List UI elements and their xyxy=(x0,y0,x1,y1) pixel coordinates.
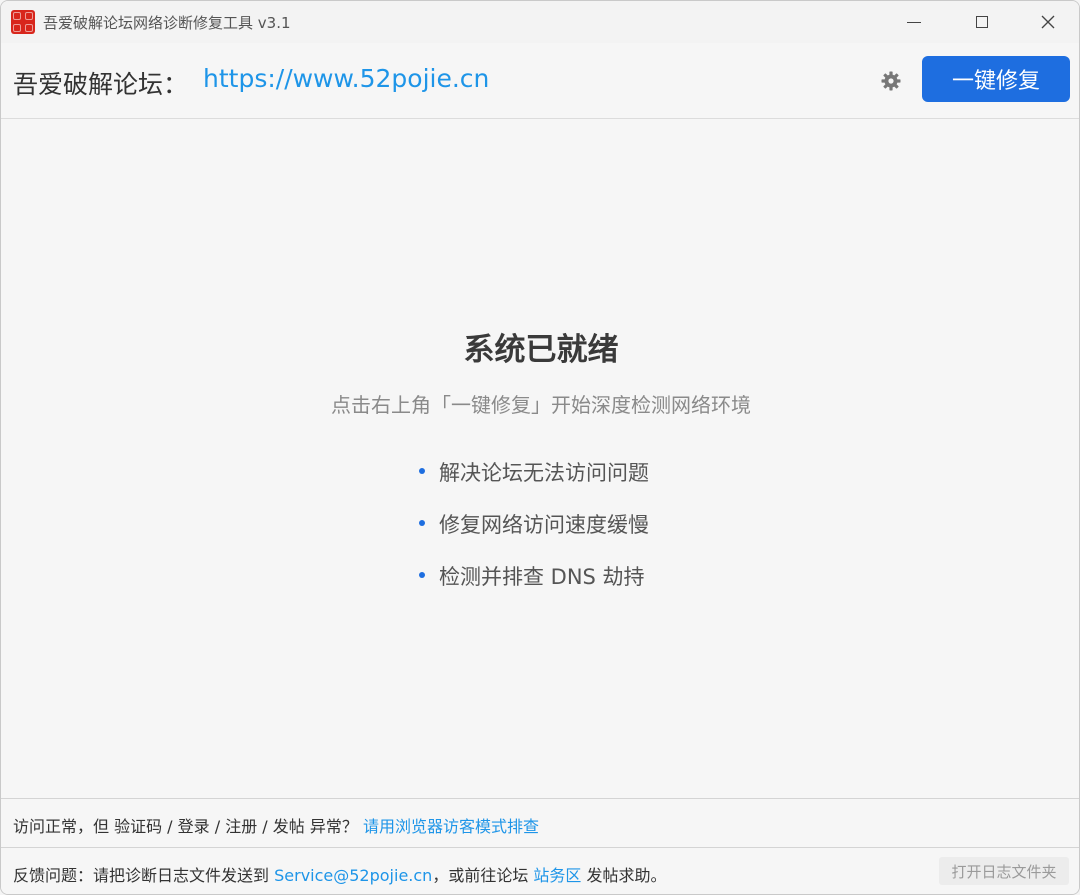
feedback-text: 反馈问题：请把诊断日志文件发送到 Service@52pojie.cn，或前往论… xyxy=(13,862,667,886)
maximize-icon xyxy=(976,16,988,28)
feature-list: 解决论坛无法访问问题 修复网络访问速度缓慢 检测并排查 DNS 劫持 xyxy=(417,457,649,613)
list-item: 修复网络访问速度缓慢 xyxy=(417,509,649,561)
minimize-icon xyxy=(907,21,921,23)
guest-mode-link[interactable]: 请用浏览器访客模式排查 xyxy=(363,817,539,836)
app-window: 吾爱破解论坛网络诊断修复工具 v3.1 吾爱破解论坛： https://www.… xyxy=(0,0,1080,895)
forum-url-link[interactable]: https://www.52pojie.cn xyxy=(203,64,489,93)
title-bar: 吾爱破解论坛网络诊断修复工具 v3.1 xyxy=(1,1,1079,43)
tip-prefix: 访问正常，但 验证码 / 登录 / 注册 / 发帖 异常？ xyxy=(13,817,358,836)
minimize-button[interactable] xyxy=(885,1,943,43)
tip-text: 访问正常，但 验证码 / 登录 / 注册 / 发帖 异常？ 请用浏览器访客模式排… xyxy=(13,813,539,837)
feature-text: 检测并排查 DNS 劫持 xyxy=(439,565,645,589)
maximize-button[interactable] xyxy=(953,1,1011,43)
list-item: 解决论坛无法访问问题 xyxy=(417,457,649,509)
feedback-bar: 反馈问题：请把诊断日志文件发送到 Service@52pojie.cn，或前往论… xyxy=(1,847,1079,894)
feedback-prefix: 反馈问题：请把诊断日志文件发送到 xyxy=(13,866,270,885)
support-board-link[interactable]: 站务区 xyxy=(533,866,581,885)
close-icon xyxy=(1041,15,1055,29)
feedback-email-link[interactable]: Service@52pojie.cn xyxy=(274,866,432,885)
status-title: 系统已就绪 xyxy=(463,332,619,368)
main-panel: 系统已就绪 点击右上角「一键修复」开始深度检测网络环境 解决论坛无法访问问题 修… xyxy=(1,119,1079,797)
window-title: 吾爱破解论坛网络诊断修复工具 v3.1 xyxy=(43,14,291,32)
app-logo-icon xyxy=(11,10,35,34)
one-click-repair-button[interactable]: 一键修复 xyxy=(922,56,1070,102)
forum-label: 吾爱破解论坛： xyxy=(13,70,189,99)
feedback-suffix: 发帖求助。 xyxy=(586,866,667,885)
tip-bar: 访问正常，但 验证码 / 登录 / 注册 / 发帖 异常？ 请用浏览器访客模式排… xyxy=(1,798,1079,847)
feedback-middle: ，或前往论坛 xyxy=(432,866,529,885)
bullet-icon xyxy=(419,572,425,578)
list-item: 检测并排查 DNS 劫持 xyxy=(417,561,649,613)
status-subtitle: 点击右上角「一键修复」开始深度检测网络环境 xyxy=(331,393,751,417)
feature-text: 解决论坛无法访问问题 xyxy=(439,461,649,485)
close-button[interactable] xyxy=(1019,1,1077,43)
bullet-icon xyxy=(419,520,425,526)
feature-text: 修复网络访问速度缓慢 xyxy=(439,513,649,537)
gear-icon[interactable] xyxy=(879,69,903,93)
header-bar: 吾爱破解论坛： https://www.52pojie.cn 一键修复 xyxy=(1,43,1079,119)
bullet-icon xyxy=(419,468,425,474)
open-log-folder-button[interactable]: 打开日志文件夹 xyxy=(939,857,1069,885)
